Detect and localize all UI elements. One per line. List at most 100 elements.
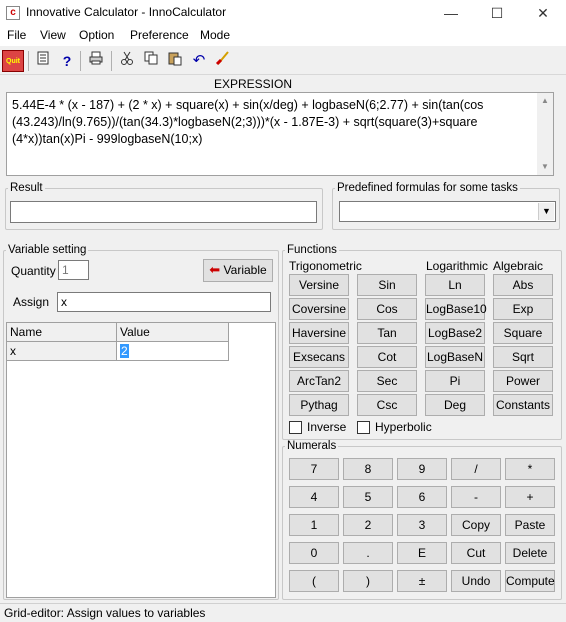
versine-button[interactable]: Versine: [289, 274, 349, 296]
paste-button[interactable]: Paste: [505, 514, 555, 536]
power-button[interactable]: Power: [493, 370, 553, 392]
title-bar: c Innovative Calculator - InnoCalculator…: [0, 0, 566, 26]
abs-button[interactable]: Abs: [493, 274, 553, 296]
divide-button[interactable]: /: [451, 458, 501, 480]
hyperbolic-label: Hyperbolic: [375, 420, 432, 434]
arctan2-button[interactable]: ArcTan2: [289, 370, 349, 392]
decimal-button[interactable]: .: [343, 542, 393, 564]
num-8-button[interactable]: 8: [343, 458, 393, 480]
ln-button[interactable]: Ln: [425, 274, 485, 296]
help-icon[interactable]: ?: [56, 50, 78, 72]
cut-button[interactable]: Cut: [451, 542, 501, 564]
copy-button[interactable]: Copy: [451, 514, 501, 536]
num-1-button[interactable]: 1: [289, 514, 339, 536]
pi-button[interactable]: Pi: [425, 370, 485, 392]
cut-icon[interactable]: [116, 50, 138, 72]
compute-button[interactable]: Compute: [505, 570, 555, 592]
inverse-checkbox[interactable]: [289, 421, 302, 434]
expression-input[interactable]: 5.44E-4 * (x - 187) + (2 * x) + square(x…: [6, 92, 554, 176]
num-3-button[interactable]: 3: [397, 514, 447, 536]
exp-button[interactable]: Exp: [493, 298, 553, 320]
minus-button[interactable]: -: [451, 486, 501, 508]
scroll-up-icon[interactable]: ▲: [537, 93, 553, 109]
constants-button[interactable]: Constants: [493, 394, 553, 416]
num-7-button[interactable]: 7: [289, 458, 339, 480]
grid-cell-name[interactable]: x: [7, 342, 117, 361]
app-icon: c: [6, 6, 20, 20]
functions-label: Functions: [287, 244, 337, 256]
hyperbolic-checkbox[interactable]: [357, 421, 370, 434]
copy-icon[interactable]: [140, 50, 162, 72]
print-icon[interactable]: [85, 50, 107, 72]
expression-text: 5.44E-4 * (x - 187) + (2 * x) + square(x…: [12, 98, 484, 146]
open-paren-button[interactable]: (: [289, 570, 339, 592]
maximize-button[interactable]: ☐: [474, 0, 520, 26]
csc-button[interactable]: Csc: [357, 394, 417, 416]
grid-header-name: Name: [7, 323, 117, 342]
clear-icon[interactable]: [212, 50, 234, 72]
quit-icon[interactable]: Quit: [2, 50, 24, 72]
num-4-button[interactable]: 4: [289, 486, 339, 508]
num-9-button[interactable]: 9: [397, 458, 447, 480]
result-label: Result: [10, 182, 43, 194]
menu-view[interactable]: View: [40, 28, 66, 42]
menu-option[interactable]: Option: [79, 28, 114, 42]
result-field[interactable]: [10, 201, 317, 223]
cot-button[interactable]: Cot: [357, 346, 417, 368]
variable-button[interactable]: ⬅ Variable: [203, 259, 273, 282]
num-5-button[interactable]: 5: [343, 486, 393, 508]
quantity-label: Quantity: [11, 264, 56, 278]
variable-grid[interactable]: Name Value x 2: [6, 322, 276, 598]
delete-button[interactable]: Delete: [505, 542, 555, 564]
assign-field[interactable]: x: [57, 292, 271, 312]
num-0-button[interactable]: 0: [289, 542, 339, 564]
expression-scrollbar[interactable]: ▲ ▼: [537, 93, 553, 175]
sin-button[interactable]: Sin: [357, 274, 417, 296]
exsecans-button[interactable]: Exsecans: [289, 346, 349, 368]
coversine-button[interactable]: Coversine: [289, 298, 349, 320]
sqrt-button[interactable]: Sqrt: [493, 346, 553, 368]
trig-label: Trigonometric: [289, 259, 362, 273]
minimize-button[interactable]: —: [428, 0, 474, 26]
menu-preference[interactable]: Preference: [130, 28, 189, 42]
num-6-button[interactable]: 6: [397, 486, 447, 508]
dropdown-arrow-icon[interactable]: ▼: [538, 203, 554, 220]
paste-icon[interactable]: [164, 50, 186, 72]
close-paren-button[interactable]: ): [343, 570, 393, 592]
window-title: Innovative Calculator - InnoCalculator: [26, 5, 227, 19]
grid-cell-value[interactable]: 2: [117, 342, 229, 361]
toolbar: Quit ? ↶: [0, 47, 566, 75]
cos-button[interactable]: Cos: [357, 298, 417, 320]
exponent-button[interactable]: E: [397, 542, 447, 564]
plus-minus-button[interactable]: ±: [397, 570, 447, 592]
predefined-select[interactable]: ▼: [339, 201, 556, 222]
plus-button[interactable]: +: [505, 486, 555, 508]
arrow-left-icon: ⬅: [209, 262, 221, 277]
scroll-down-icon[interactable]: ▼: [537, 159, 553, 175]
inverse-label: Inverse: [307, 420, 347, 434]
status-bar: Grid-editor: Assign values to variables: [0, 603, 566, 622]
sec-button[interactable]: Sec: [357, 370, 417, 392]
num-2-button[interactable]: 2: [343, 514, 393, 536]
predefined-label: Predefined formulas for some tasks: [337, 182, 518, 194]
logbasen-button[interactable]: LogBaseN: [425, 346, 485, 368]
quantity-field[interactable]: 1: [58, 260, 89, 280]
notepad-icon[interactable]: [32, 50, 54, 72]
menu-mode[interactable]: Mode: [200, 28, 230, 42]
deg-button[interactable]: Deg: [425, 394, 485, 416]
log-label: Logarithmic: [426, 259, 489, 273]
tan-button[interactable]: Tan: [357, 322, 417, 344]
close-button[interactable]: ✕: [520, 0, 566, 26]
variable-label: Variable setting: [8, 244, 87, 256]
logbase10-button[interactable]: LogBase10: [425, 298, 487, 320]
haversine-button[interactable]: Haversine: [289, 322, 349, 344]
multiply-button[interactable]: *: [505, 458, 555, 480]
status-text: Grid-editor: Assign values to variables: [4, 606, 206, 620]
square-button[interactable]: Square: [493, 322, 553, 344]
menu-file[interactable]: File: [7, 28, 26, 42]
undo-button[interactable]: Undo: [451, 570, 501, 592]
undo-icon[interactable]: ↶: [188, 50, 210, 72]
pythag-button[interactable]: Pythag: [289, 394, 349, 416]
assign-label: Assign: [13, 295, 50, 309]
logbase2-button[interactable]: LogBase2: [425, 322, 485, 344]
